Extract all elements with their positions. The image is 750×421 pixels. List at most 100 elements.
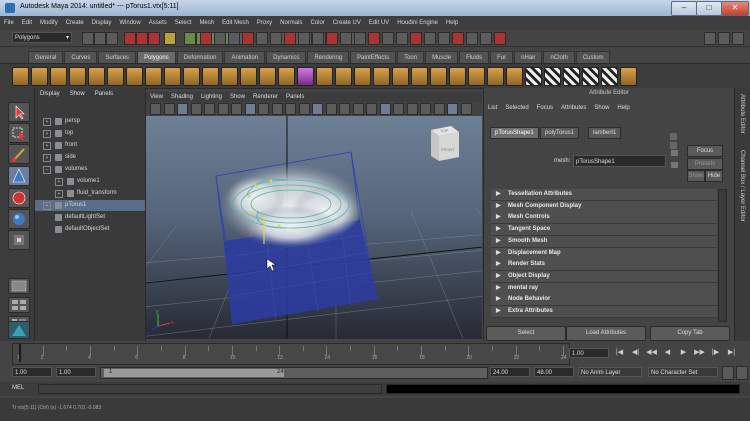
status-tool-icon[interactable] (396, 32, 408, 45)
viewport-toolbar-icon[interactable] (339, 103, 350, 115)
shelf-polygon-tool-icon[interactable] (278, 67, 295, 86)
paint-select-tool-icon[interactable] (8, 144, 30, 164)
viewport-menu-view[interactable]: View (146, 92, 167, 102)
status-tool-icon[interactable] (242, 32, 254, 45)
viewport-toolbar-icon[interactable] (460, 103, 472, 115)
play-backwards-icon[interactable]: ◀ (662, 348, 673, 358)
new-scene-icon[interactable] (82, 32, 94, 45)
outliner-item-side[interactable]: + side (35, 152, 145, 163)
shelf-tab-rendering[interactable]: Rendering (307, 51, 350, 63)
shelf-polygon-tool-icon[interactable] (145, 67, 162, 86)
lock-selection-icon[interactable] (164, 32, 176, 45)
attr-tab-polytorus1[interactable]: polyTorus1 (540, 127, 580, 139)
shelf-polygon-tool-icon[interactable] (31, 67, 48, 86)
menu-edit-uv[interactable]: Edit UV (365, 16, 393, 30)
maximize-button[interactable]: □ (696, 1, 722, 16)
shelf-tab-polygons[interactable]: Polygons (137, 51, 176, 63)
outliner-item-fluid-transform[interactable]: + fluid_transform (35, 188, 145, 199)
attribute-editor-side-tab[interactable]: Attribute Editor (739, 94, 745, 134)
shelf-polygon-tool-icon[interactable] (297, 67, 314, 86)
viewport-toolbar-icon[interactable] (406, 103, 418, 115)
shelf-polygon-tool-icon[interactable] (50, 67, 67, 86)
animation-start-field[interactable]: 1.00 (12, 367, 52, 377)
attr-section-node-behavior[interactable]: ▶ Node Behavior (491, 294, 717, 307)
playback-end-field[interactable]: 24.00 (490, 367, 530, 377)
select-object-icon[interactable] (136, 32, 148, 45)
status-tool-icon[interactable] (214, 32, 226, 45)
lasso-tool-icon[interactable] (8, 123, 30, 143)
attr-menu-show[interactable]: Show (590, 103, 613, 113)
step-forward-key-icon[interactable]: |▶ (710, 348, 721, 358)
expand-toggle-icon[interactable]: + (43, 130, 51, 138)
attr-section-tangent-space[interactable]: ▶ Tangent Space (491, 224, 717, 237)
menu-houdini-engine[interactable]: Houdini Engine (393, 16, 442, 30)
shelf-tab-surfaces[interactable]: Surfaces (98, 51, 137, 63)
show-button[interactable]: Show (687, 170, 705, 182)
shelf-polygon-tool-icon[interactable] (449, 67, 466, 86)
menu-display[interactable]: Display (88, 16, 116, 30)
expand-toggle-icon[interactable]: + (43, 154, 51, 162)
play-forwards-icon[interactable]: ▶ (678, 348, 689, 358)
manipulator-tool-icon[interactable] (8, 230, 30, 250)
shelf-tab-nhair[interactable]: nHair (514, 51, 543, 63)
shelf-polygon-tool-icon[interactable] (411, 67, 428, 86)
menu-mesh[interactable]: Mesh (195, 16, 218, 30)
shelf-polygon-tool-icon[interactable] (12, 67, 29, 86)
save-scene-icon[interactable] (106, 32, 118, 45)
attr-section-mesh-component-display[interactable]: ▶ Mesh Component Display (491, 200, 717, 213)
menu-window[interactable]: Window (115, 16, 144, 30)
shelf-polygon-tool-icon[interactable] (240, 67, 257, 86)
expand-toggle-icon[interactable]: + (43, 142, 51, 150)
viewport-toolbar-icon[interactable] (231, 103, 242, 115)
menu-file[interactable]: File (0, 16, 18, 30)
close-button[interactable]: ✕ (721, 1, 749, 16)
viewport-toolbar-icon[interactable] (312, 103, 323, 115)
copy-icon[interactable] (670, 142, 677, 149)
menu-set-dropdown[interactable]: Polygons ▾ (12, 32, 72, 43)
menu-normals[interactable]: Normals (276, 16, 306, 30)
shelf-polygon-tool-icon[interactable] (582, 67, 599, 86)
toggle-attribute-editor-icon[interactable] (704, 32, 716, 45)
shelf-tab-dynamics[interactable]: Dynamics (266, 51, 307, 63)
arrow-in-icon[interactable] (671, 150, 678, 156)
outliner-item-defaultlightset[interactable]: defaultLightSet (35, 212, 145, 223)
menu-edit-mesh[interactable]: Edit Mesh (218, 16, 253, 30)
shelf-polygon-tool-icon[interactable] (69, 67, 86, 86)
status-tool-icon[interactable] (312, 32, 324, 45)
shelf-polygon-tool-icon[interactable] (601, 67, 618, 86)
shelf-polygon-tool-icon[interactable] (468, 67, 485, 86)
shelf-tab-fluids[interactable]: Fluids (459, 51, 490, 63)
menu-modify[interactable]: Modify (36, 16, 62, 30)
shelf-polygon-tool-icon[interactable] (335, 67, 352, 86)
attr-menu-list[interactable]: List (484, 103, 501, 113)
step-back-frame-icon[interactable]: ◀◀ (646, 348, 657, 358)
outliner-item-defaultobjectset[interactable]: defaultObjectSet (35, 224, 145, 235)
status-tool-icon[interactable] (270, 32, 282, 45)
status-tool-icon[interactable] (424, 32, 436, 45)
status-tool-icon[interactable] (354, 32, 366, 45)
outliner-item-top[interactable]: + top (35, 128, 145, 139)
status-tool-icon[interactable] (284, 32, 296, 45)
outliner-menu-show[interactable]: Show (65, 88, 90, 101)
shelf-tab-deformation[interactable]: Deformation (176, 51, 224, 63)
shelf-polygon-tool-icon[interactable] (373, 67, 390, 86)
menu-proxy[interactable]: Proxy (253, 16, 276, 30)
viewport-menu-shading[interactable]: Shading (167, 92, 197, 102)
menu-create-uv[interactable]: Create UV (329, 16, 365, 30)
select-component-icon[interactable] (148, 32, 160, 45)
outliner-item-front[interactable]: + front (35, 140, 145, 151)
attr-section-tessellation-attributes[interactable]: ▶ Tessellation Attributes (491, 189, 717, 201)
viewport-menu-lighting[interactable]: Lighting (197, 92, 226, 102)
viewport-toolbar-icon[interactable] (352, 103, 364, 115)
viewport-toolbar-icon[interactable] (298, 103, 310, 115)
channel-box-side-tab[interactable]: Channel Box / Layer Editor (739, 150, 745, 222)
viewport-toolbar-icon[interactable] (217, 103, 229, 115)
shelf-polygon-tool-icon[interactable] (126, 67, 143, 86)
viewport-toolbar-icon[interactable] (163, 103, 175, 115)
step-forward-frame-icon[interactable]: ▶▶ (694, 348, 705, 358)
viewport-menu-panels[interactable]: Panels (282, 92, 308, 102)
hide-button[interactable]: Hide (705, 170, 723, 182)
attr-menu-help[interactable]: Help (613, 103, 633, 113)
shelf-tab-toon[interactable]: Toon (397, 51, 425, 63)
current-frame-field[interactable]: 1.00 (569, 348, 609, 358)
